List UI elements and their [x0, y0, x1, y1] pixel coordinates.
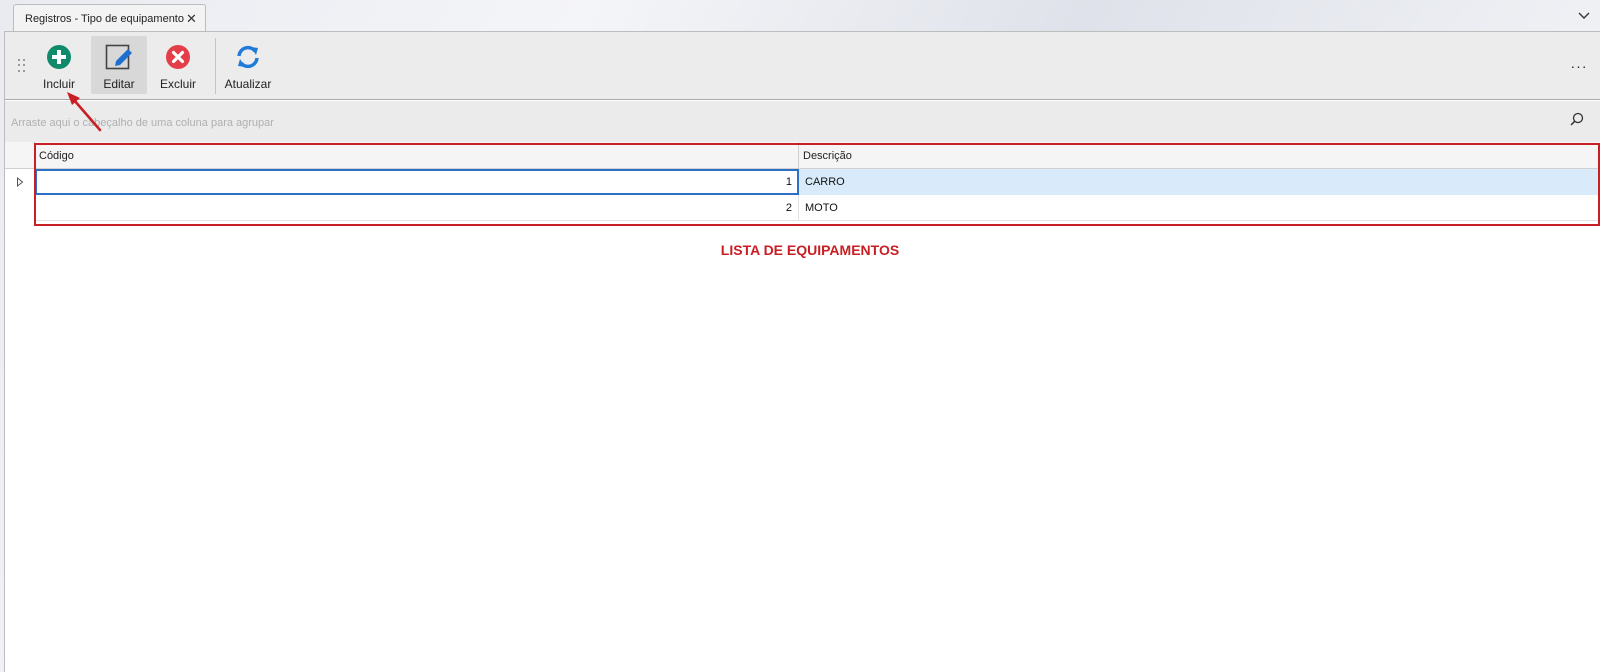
cell-description[interactable]: CARRO: [799, 169, 1600, 195]
toolbar-separator: [215, 38, 216, 94]
row-indicator: [5, 195, 35, 221]
refresh-button-label: Atualizar: [224, 77, 272, 91]
row-indicator-header: [5, 142, 35, 169]
row-indicator-icon: [5, 169, 35, 195]
more-options-button[interactable]: ···: [1569, 56, 1589, 76]
edit-icon: [105, 44, 132, 70]
toolbar-grip-icon[interactable]: [18, 59, 26, 73]
table-row[interactable]: 2 MOTO: [5, 195, 1600, 221]
column-header-code[interactable]: Código: [35, 142, 799, 169]
main-panel: Incluir Editar Excluir Atualizar ··· Arr…: [4, 31, 1600, 672]
annotation-label: LISTA DE EQUIPAMENTOS: [720, 242, 900, 258]
column-header-description[interactable]: Descrição: [799, 142, 1600, 169]
cell-code[interactable]: 1: [35, 169, 799, 195]
add-circle-icon: [47, 45, 71, 69]
annotation-arrow-icon: [67, 92, 102, 132]
cell-code[interactable]: 2: [35, 195, 799, 221]
tab-registros-tipo-equipamento[interactable]: Registros - Tipo de equipamento ✕: [13, 4, 206, 32]
edit-button-label: Editar: [103, 77, 135, 91]
refresh-icon: [237, 45, 259, 69]
close-icon[interactable]: ✕: [184, 9, 199, 29]
tab-title: Registros - Tipo de equipamento: [25, 12, 184, 25]
refresh-button[interactable]: Atualizar: [221, 36, 275, 94]
toolbar: Incluir Editar Excluir Atualizar ···: [5, 32, 1600, 100]
cell-description[interactable]: MOTO: [799, 195, 1600, 221]
delete-button[interactable]: Excluir: [153, 36, 203, 94]
grid-header-row: Código Descrição: [5, 142, 1600, 169]
delete-button-label: Excluir: [159, 77, 196, 91]
group-by-hint: Arraste aqui o cabeçalho de uma coluna p…: [11, 117, 274, 129]
group-by-panel[interactable]: Arraste aqui o cabeçalho de uma coluna p…: [5, 101, 1600, 142]
table-row[interactable]: 1 CARRO: [5, 169, 1600, 195]
delete-circle-icon: [166, 45, 190, 69]
search-icon[interactable]: [1567, 109, 1587, 129]
document-tab-strip: Registros - Tipo de equipamento ✕: [0, 0, 1600, 32]
chevron-down-icon[interactable]: [1574, 6, 1594, 26]
